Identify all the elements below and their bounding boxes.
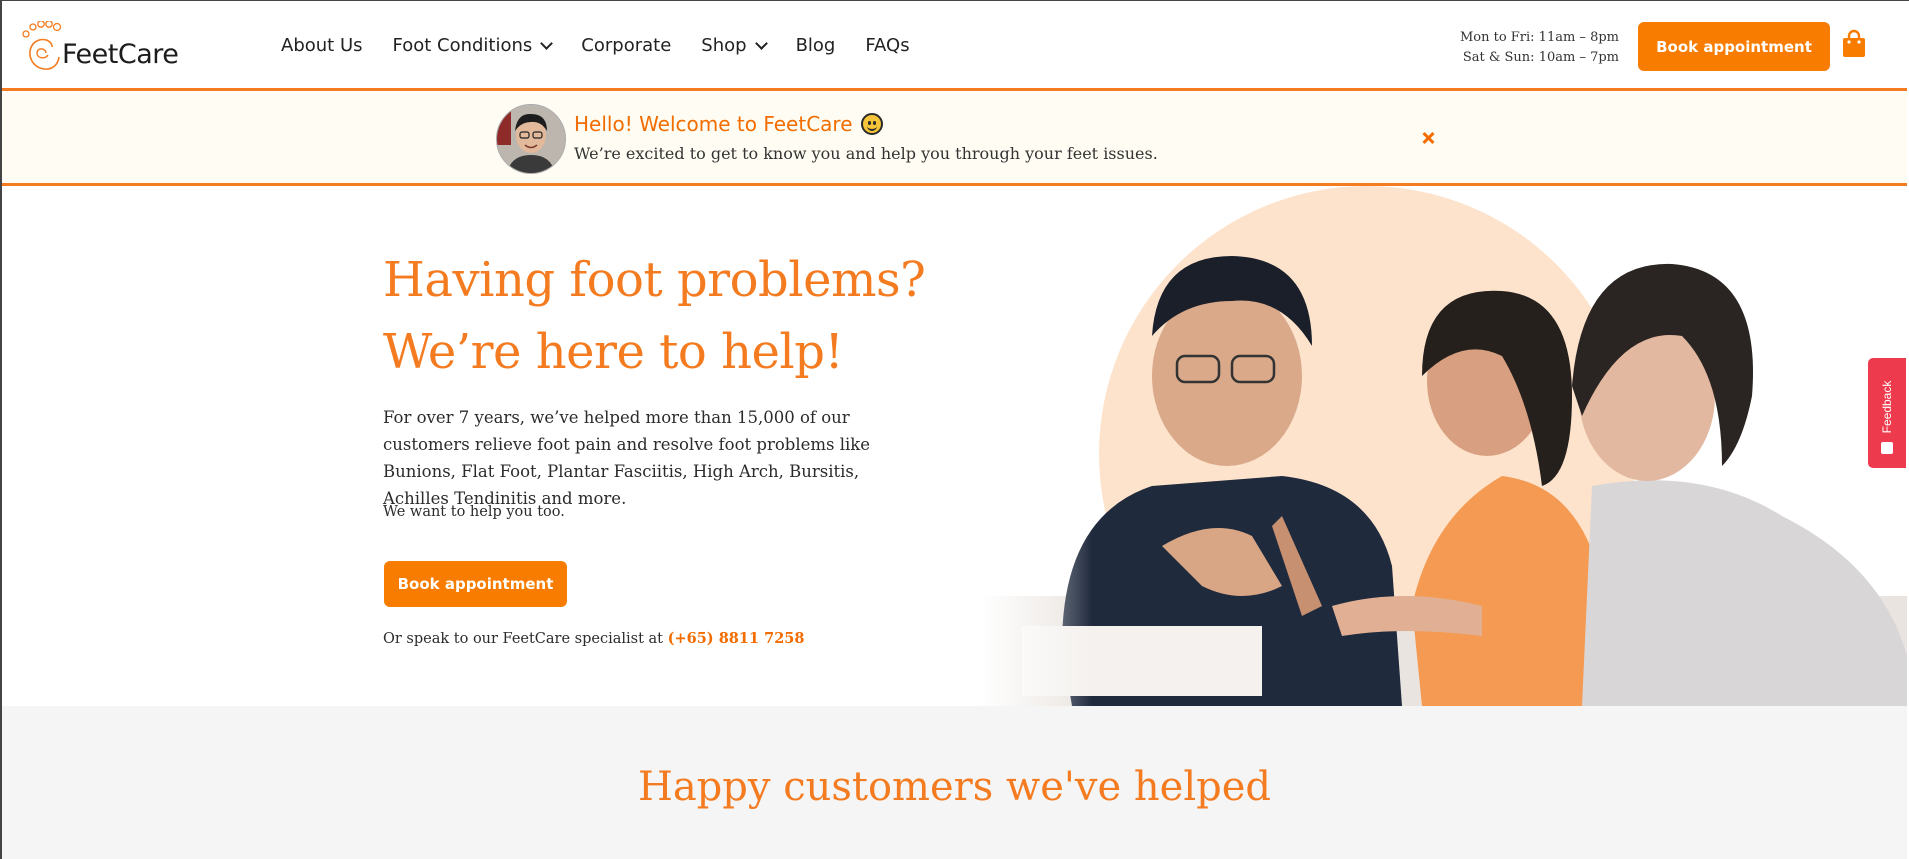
opening-hours: Mon to Fri: 11am – 8pm Sat & Sun: 10am –… (1460, 28, 1619, 68)
hero-note: We want to help you too. (383, 504, 565, 520)
close-icon[interactable] (1418, 128, 1438, 148)
feedback-icon (1881, 442, 1893, 454)
hours-weekday: Mon to Fri: 11am – 8pm (1459, 30, 1619, 45)
nav-blog[interactable]: Blog (796, 35, 836, 56)
nav-foot-conditions[interactable]: Foot Conditions (392, 35, 554, 56)
nav-about-us[interactable]: About Us (281, 35, 363, 56)
testimonials-title: Happy customers we've helped (637, 764, 1272, 810)
nav-label: Shop (701, 35, 747, 56)
welcome-banner: Hello! Welcome to FeetCare We’re excited… (2, 92, 1907, 186)
nav-faqs[interactable]: FAQs (865, 35, 909, 56)
banner-title: Hello! Welcome to FeetCare (574, 112, 883, 136)
nav-label: Foot Conditions (392, 35, 533, 56)
feetcare-logo[interactable]: FeetCare (22, 20, 182, 73)
foot-logo-icon (22, 20, 62, 70)
specialist-contact: Or speak to our FeetCare specialist at (… (383, 630, 804, 647)
shopping-bag-icon[interactable] (1842, 29, 1866, 59)
specialist-prefix: Or speak to our FeetCare specialist at (383, 631, 668, 647)
hero-consultation-photo (982, 186, 1907, 706)
hero-heading: Having foot problems? We’re here to help… (383, 244, 926, 388)
logo-text: FeetCare (62, 39, 179, 70)
banner-title-text: Hello! Welcome to FeetCare (574, 112, 853, 136)
hero-book-appointment-button[interactable]: Book appointment (384, 561, 567, 607)
site-header: FeetCare About Us Foot Conditions Corpor… (2, 1, 1907, 91)
nav-label: Corporate (581, 35, 672, 56)
feedback-label: Feedback (1880, 380, 1894, 434)
nav-corporate[interactable]: Corporate (581, 35, 671, 56)
nav-shop[interactable]: Shop (701, 35, 768, 56)
feedback-tab[interactable]: Feedback (1868, 358, 1906, 468)
hero-lead: For over 7 years, we’ve helped more than… (383, 408, 871, 508)
hours-weekend: Sat & Sun: 10am – 7pm (1462, 50, 1619, 65)
avatar (496, 104, 566, 174)
hero-heading-line2: We’re here to help! (383, 324, 844, 380)
chevron-down-icon (540, 36, 554, 50)
smiley-icon (860, 113, 883, 135)
nav-label: FAQs (865, 35, 910, 56)
testimonials-section: Happy customers we've helped (2, 706, 1907, 859)
header-book-appointment-button[interactable]: Book appointment (1638, 22, 1830, 71)
main-nav: About Us Foot Conditions Corporate Shop … (281, 35, 940, 56)
hero-section: Having foot problems? We’re here to help… (2, 186, 1907, 706)
banner-subtitle: We’re excited to get to know you and hel… (574, 144, 1158, 163)
hero-heading-line1: Having foot problems? (383, 252, 926, 308)
nav-label: About Us (281, 35, 363, 56)
phone-link[interactable]: (+65) 8811 7258 (668, 630, 805, 647)
nav-label: Blog (795, 35, 836, 56)
chevron-down-icon (754, 36, 768, 50)
